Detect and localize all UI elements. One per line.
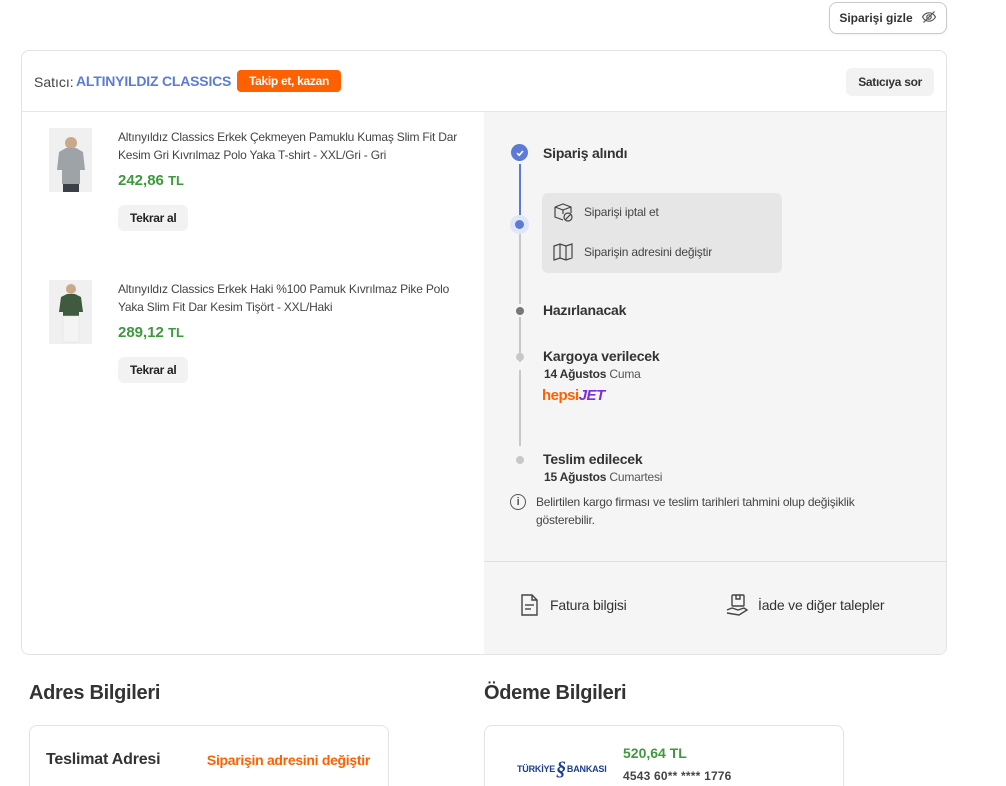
rebuy-button[interactable]: Tekrar al <box>118 205 189 231</box>
carrier-logo-part1: hepsi <box>542 387 579 404</box>
bank-logo-text-2: BANKASI <box>566 764 607 774</box>
returns-requests-label: İade ve diğer talepler <box>758 597 885 613</box>
status-preparing: Hazırlanacak <box>543 302 627 318</box>
price-currency: TL <box>168 173 184 188</box>
bank-logo-mark: § <box>556 758 566 780</box>
shipping-day: Cuma <box>609 367 641 381</box>
hide-order-label: Siparişi gizle <box>839 11 913 25</box>
package-hand-icon <box>726 594 749 616</box>
product-title[interactable]: Altınyıldız Classics Erkek Çekmeyen Pamu… <box>118 128 468 164</box>
product-price: 242,86 TL <box>118 172 184 189</box>
cancel-order-label: Siparişi iptal et <box>584 205 659 219</box>
delivery-address-card: Teslimat Adresi Siparişin adresini değiş… <box>29 725 389 786</box>
product-image[interactable] <box>49 128 92 192</box>
polo-person-icon <box>58 284 83 343</box>
map-icon <box>553 243 573 261</box>
status-delivery: Teslim edilecek <box>543 451 643 467</box>
rebuy-button[interactable]: Tekrar al <box>118 357 189 383</box>
timeline-line <box>519 234 521 304</box>
delivery-info-note: i Belirtilen kargo firması ve teslim tar… <box>510 493 890 529</box>
delivery-date-bold: 15 Ağustos <box>544 470 607 484</box>
delivery-day: Cumartesi <box>609 470 663 484</box>
document-icon <box>521 594 538 616</box>
step-dot <box>516 307 524 315</box>
price-currency: TL <box>168 325 184 340</box>
product-image[interactable] <box>49 280 92 344</box>
seller-name-link[interactable]: ALTINYILDIZ CLASSICS <box>76 73 231 89</box>
active-step-icon <box>510 215 529 234</box>
tshirt-person-icon <box>56 137 85 192</box>
follow-seller-badge[interactable]: Takip et, kazan <box>237 70 341 92</box>
delivery-address-title: Teslimat Adresi <box>46 751 161 768</box>
product-list: Altınyıldız Classics Erkek Çekmeyen Pamu… <box>22 112 484 654</box>
invoice-info-link[interactable]: Fatura bilgisi <box>516 592 627 618</box>
info-icon: i <box>510 494 526 510</box>
info-note-text: Belirtilen kargo firması ve teslim tarih… <box>536 495 855 527</box>
payment-amount: 520,64 TL <box>623 745 687 761</box>
hide-order-button[interactable]: Siparişi gizle <box>829 2 947 34</box>
timeline-line <box>519 370 521 446</box>
seller-label: Satıcı: <box>34 74 74 90</box>
step-dot <box>516 456 524 464</box>
carrier-logo-part2: JET <box>578 387 606 404</box>
shipping-date: 14 Ağustos Cuma <box>544 367 641 381</box>
returns-requests-link[interactable]: İade ve diğer talepler <box>724 592 885 618</box>
carrier-logo: hepsiJET <box>542 387 605 404</box>
order-status-panel: Sipariş alındı Siparişi iptal et Sipariş… <box>484 112 946 654</box>
change-address-label: Siparişin adresini değiştir <box>584 245 712 259</box>
status-shipping: Kargoya verilecek <box>543 348 660 364</box>
invoice-info-label: Fatura bilgisi <box>550 597 627 613</box>
product-title[interactable]: Altınyıldız Classics Erkek Haki %100 Pam… <box>118 280 468 316</box>
card-number: 4543 60** **** 1776 <box>623 769 732 783</box>
ask-seller-button[interactable]: Satıcıya sor <box>846 68 934 96</box>
seller-header: Satıcı: ALTINYILDIZ CLASSICS Takip et, k… <box>22 51 946 112</box>
step-dot <box>516 353 524 361</box>
status-received: Sipariş alındı <box>543 145 628 161</box>
check-icon <box>511 144 528 161</box>
eye-off-icon <box>921 9 937 28</box>
change-address-link[interactable]: Siparişin adresini değiştir <box>207 752 370 768</box>
bank-logo: TÜRKİYE § BANKASI <box>517 758 607 780</box>
product-price: 289,12 TL <box>118 324 184 341</box>
payment-card: TÜRKİYE § BANKASI 520,64 TL 4543 60** **… <box>484 725 844 786</box>
order-actions-box: Siparişi iptal et Siparişin adresini değ… <box>542 193 782 273</box>
delivery-date: 15 Ağustos Cumartesi <box>544 470 662 484</box>
order-card: Satıcı: ALTINYILDIZ CLASSICS Takip et, k… <box>21 50 947 655</box>
payment-section-title: Ödeme Bilgileri <box>484 682 627 704</box>
cancel-order-action[interactable]: Siparişi iptal et <box>552 201 659 223</box>
shirt-shape <box>56 148 85 184</box>
bank-logo-text-1: TÜRKİYE <box>517 764 556 774</box>
change-address-action[interactable]: Siparişin adresini değiştir <box>552 241 712 263</box>
price-value: 289,12 <box>118 324 164 341</box>
order-footer-actions: Fatura bilgisi İade ve diğer talepler <box>484 561 946 654</box>
box-cancel-icon <box>554 203 573 222</box>
address-section-title: Adres Bilgileri <box>29 682 161 704</box>
price-value: 242,86 <box>118 172 164 189</box>
shipping-date-bold: 14 Ağustos <box>544 367 607 381</box>
